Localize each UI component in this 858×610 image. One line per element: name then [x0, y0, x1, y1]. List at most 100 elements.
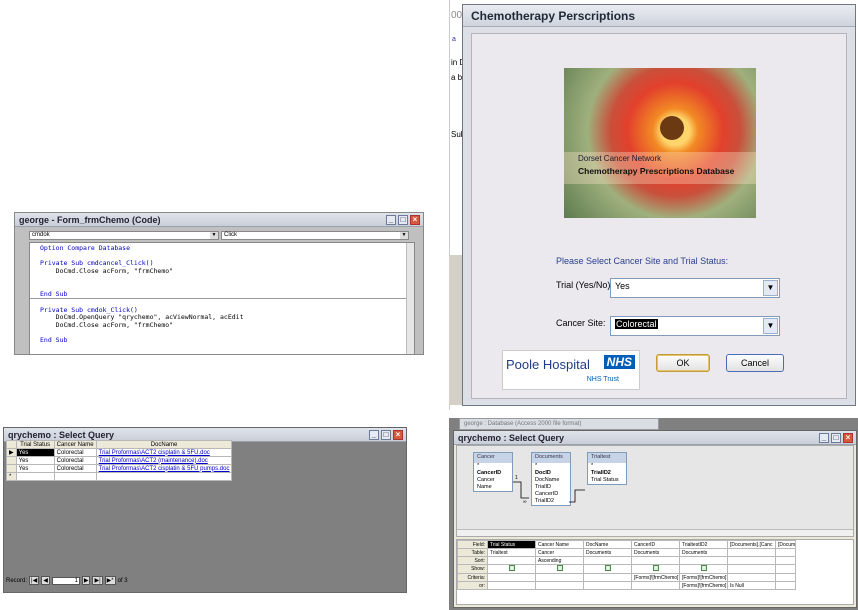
field-list-item[interactable]: DocName	[532, 477, 570, 484]
design-grid-cell[interactable]	[775, 564, 796, 574]
chevron-down-icon[interactable]: ▼	[763, 318, 778, 334]
column-header[interactable]: Trial Status	[15, 440, 55, 449]
record-selector[interactable]: ▶	[6, 448, 17, 457]
design-grid-cell[interactable]	[487, 581, 536, 590]
design-grid-cell[interactable]	[631, 556, 680, 565]
code-object-combo[interactable]: cmdok ▼	[29, 231, 219, 240]
table-row[interactable]: Yes Colorectal Trial Proformas\ACT2 (maint…	[6, 456, 233, 465]
chemo-form-titlebar[interactable]: Chemotherapy Perscriptions	[463, 5, 855, 27]
field-list-item[interactable]: Trial Status	[588, 477, 626, 484]
design-grid-cell[interactable]	[631, 564, 680, 574]
table-pane-hscroll[interactable]	[457, 529, 853, 536]
cancel-button[interactable]: Cancel	[726, 354, 784, 372]
chevron-down-icon[interactable]: ▼	[210, 232, 218, 239]
record-number-input[interactable]: 1	[51, 576, 80, 585]
design-grid-cell[interactable]: Documents	[631, 548, 680, 557]
design-grid-cell[interactable]: [Docum	[775, 540, 796, 549]
design-grid-cell[interactable]	[775, 573, 796, 582]
code-editor[interactable]: Option Compare Database Private Sub cmdc…	[29, 242, 415, 355]
column-header[interactable]: Cancer Name	[53, 440, 97, 449]
code-procedure-combo[interactable]: Click ▼	[221, 231, 409, 240]
trial-status-combo[interactable]: Yes ▼	[610, 278, 780, 298]
design-grid-cell[interactable]: Trial Status	[487, 540, 536, 549]
design-grid-cell[interactable]: [Forms]![frmChemo]![CboCancer]	[631, 573, 680, 582]
table-cell[interactable]: Colorectal	[53, 456, 97, 465]
show-checkbox[interactable]	[508, 565, 515, 571]
design-grid-cell[interactable]	[631, 581, 680, 590]
field-list-item[interactable]: *	[474, 463, 512, 470]
field-list-title[interactable]: Documents	[532, 453, 570, 463]
design-grid-cell[interactable]	[487, 573, 536, 582]
close-icon[interactable]: ×	[843, 432, 853, 443]
table-cell[interactable]: Trial Proformas\ACT2 cisplatin & 5FU pum…	[95, 464, 233, 473]
minimize-icon[interactable]: _	[819, 432, 829, 443]
code-scrollbar[interactable]	[406, 243, 414, 354]
design-grid-cell[interactable]: Documents	[679, 548, 728, 557]
design-grid-cell[interactable]: Ascending	[535, 556, 584, 565]
design-grid-cell[interactable]: [Documents].[Canc	[727, 540, 776, 549]
table-cell[interactable]: Yes	[15, 464, 55, 473]
design-grid-cell[interactable]	[727, 548, 776, 557]
design-view-titlebar[interactable]: qrychemo : Select Query _ □ ×	[454, 431, 856, 445]
field-list-item[interactable]: TrialID2	[532, 498, 570, 505]
field-list-item[interactable]: TrialID	[532, 484, 570, 491]
design-grid-cell[interactable]: Trialtest	[487, 548, 536, 557]
table-cell[interactable]: Yes	[15, 456, 55, 465]
last-record-icon[interactable]: ▶|	[92, 576, 103, 585]
first-record-icon[interactable]: |◀	[29, 576, 40, 585]
design-grid-cell[interactable]: [Forms]![frmChemo]![CboTrial]	[679, 581, 728, 590]
maximize-icon[interactable]: □	[398, 214, 408, 225]
chevron-down-icon[interactable]: ▼	[763, 280, 778, 296]
record-selector[interactable]	[6, 464, 17, 473]
table-cell[interactable]: Colorectal	[53, 448, 97, 457]
cancer-site-combo[interactable]: Colorectal ▼	[610, 316, 780, 336]
design-grid-cell[interactable]	[727, 564, 776, 574]
design-grid-cell[interactable]: DocName	[583, 540, 632, 549]
column-header[interactable]: DocName	[95, 440, 233, 449]
prev-record-icon[interactable]: ◀	[41, 576, 50, 585]
design-grid-cell[interactable]: TrialtestID2	[679, 540, 728, 549]
design-grid-cell[interactable]	[679, 564, 728, 574]
design-grid-cell[interactable]: Cancer	[535, 548, 584, 557]
design-grid-cell[interactable]	[727, 556, 776, 565]
field-list-item[interactable]: TrialID2	[588, 470, 626, 477]
show-checkbox[interactable]	[556, 565, 563, 571]
field-list-title[interactable]: Trialtest	[588, 453, 626, 463]
new-record-icon[interactable]: ▶*	[104, 576, 116, 585]
field-list-table[interactable]: Documents * DocID DocName TrialID CancerID Tri…	[531, 452, 571, 506]
field-list-item[interactable]: *	[532, 463, 570, 470]
chevron-down-icon[interactable]: ▼	[400, 232, 408, 239]
design-grid-cell[interactable]: [Forms]![frmChemo]![CboTrial]	[679, 573, 728, 582]
table-cell[interactable]: Trial Proformas\ACT2 cisplatin & 5FU.doc	[95, 448, 233, 457]
design-grid-cell[interactable]	[775, 556, 796, 565]
new-record-row[interactable]: *	[6, 472, 233, 481]
design-grid-cell[interactable]	[727, 573, 776, 582]
table-row[interactable]: Yes Colorectal Trial Proformas\ACT2 cispla…	[6, 464, 233, 473]
design-grid-cell[interactable]	[775, 581, 796, 590]
ok-button[interactable]: OK	[656, 354, 710, 372]
field-list-item[interactable]: CancerID	[474, 470, 512, 477]
minimize-icon[interactable]: _	[369, 429, 379, 440]
design-grid-cell[interactable]: CancerID	[631, 540, 680, 549]
design-grid-cell[interactable]: Cancer Name	[535, 540, 584, 549]
show-checkbox[interactable]	[604, 565, 611, 571]
table-cell[interactable]: Colorectal	[53, 464, 97, 473]
close-icon[interactable]: ×	[410, 214, 420, 225]
table-row[interactable]: ▶ Yes Colorectal Trial Proformas\ACT2 cispl…	[6, 448, 233, 457]
design-grid-cell[interactable]	[775, 548, 796, 557]
design-grid-cell[interactable]	[535, 581, 584, 590]
maximize-icon[interactable]: □	[831, 432, 841, 443]
field-list-item[interactable]: *	[588, 463, 626, 470]
design-grid-cell[interactable]	[583, 581, 632, 590]
new-record-selector[interactable]: *	[6, 472, 17, 481]
design-grid-cell[interactable]	[583, 564, 632, 574]
show-checkbox[interactable]	[652, 565, 659, 571]
field-list-table[interactable]: Cancer * CancerID Cancer Name	[473, 452, 513, 492]
field-list-item[interactable]: DocID	[532, 470, 570, 477]
design-grid-cell[interactable]	[583, 556, 632, 565]
table-cell[interactable]: Yes	[15, 448, 55, 457]
design-grid-cell[interactable]: Documents	[583, 548, 632, 557]
code-window-titlebar[interactable]: george - Form_frmChemo (Code) _ □ ×	[15, 213, 423, 227]
design-grid-cell[interactable]: Is Null	[727, 581, 776, 590]
show-checkbox[interactable]	[700, 565, 707, 571]
